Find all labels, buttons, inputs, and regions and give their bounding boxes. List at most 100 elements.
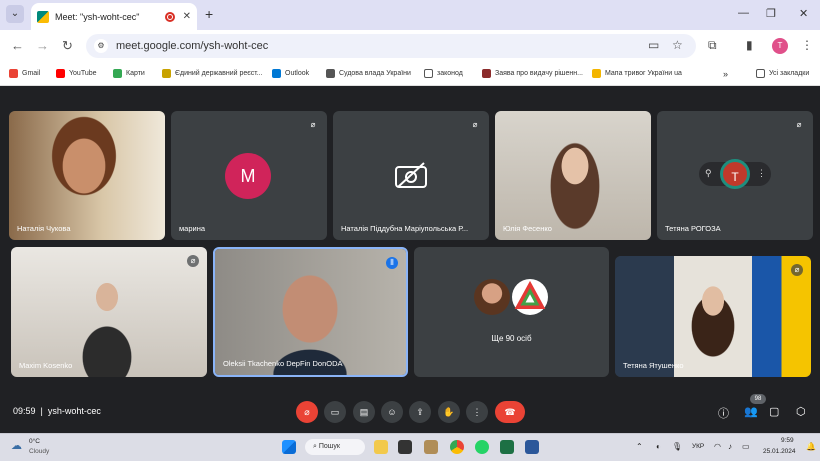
maps-icon [113,69,122,78]
tray-app-icon[interactable]: ◐ [656,442,661,451]
bookmark-maps[interactable]: Карти [113,69,145,78]
url-text: meet.google.com/ysh-woht-cec [116,40,269,52]
captions-button[interactable]: ▤ [353,401,375,423]
video-feed [495,111,651,240]
weather-desc: Cloudy [29,448,50,455]
others-tile[interactable]: Ще 90 осіб [414,247,609,377]
taskbar-date[interactable]: 25.01.2024 [763,448,796,455]
weather-temp: 0°C [29,438,40,445]
bookmark-all[interactable]: Усі закладки [756,69,809,78]
restore-button[interactable]: ❐ [766,7,776,20]
reactions-button[interactable]: ☺ [381,401,403,423]
speaking-indicator-icon: ⦀ [386,257,398,269]
mic-toggle-button[interactable]: ⌀ [296,401,318,423]
file-explorer-icon[interactable] [374,440,388,454]
tab-bar: ⌄ Meet: "ysh-woht-cec" ✕ + — ❐ ✕ [0,0,820,30]
bookmark-application[interactable]: Заява про видачу рішенн... [482,69,583,78]
participant-tile-speaking[interactable]: ⦀ Oleksii Tkachenko DepFin DonODA [213,247,408,377]
participant-tile[interactable]: ⌀ Maxim Kosenko [11,247,207,377]
others-count-label: Ще 90 осіб [491,334,532,343]
folder-icon [756,69,765,78]
bookmark-alerts-map[interactable]: Мапа тривог України ua [592,69,682,78]
battery-icon[interactable]: ▭ [742,442,750,451]
meeting-time-and-code: 09:59 | ysh-woht-cec [13,406,101,416]
mic-off-icon: ⌀ [472,120,478,129]
meeting-details-icon[interactable]: ⓘ [718,405,729,421]
close-tab-icon[interactable]: ✕ [183,11,191,22]
tab-meet[interactable]: Meet: "ysh-woht-cec" ✕ [31,3,197,30]
notifications-icon[interactable]: 🔔 [806,442,816,451]
participant-name: Тетяна РОГОЗА [665,224,721,233]
profile-avatar[interactable]: T [772,38,788,54]
video-feed [215,249,406,375]
forward-button[interactable]: → [36,38,49,53]
whatsapp-icon[interactable] [475,440,489,454]
camera-in-use-icon[interactable]: ▭ [648,38,659,52]
outlook-icon [272,69,281,78]
folder-icon [424,69,433,78]
bookmark-registry[interactable]: Єдиний державний реєст... [162,69,263,78]
reload-button[interactable]: ↻ [62,38,73,54]
extensions-icon[interactable]: ⧉ [708,38,717,53]
side-panel-icon[interactable]: ▮ [746,38,753,52]
participant-tile[interactable]: ⌀ Тетяна Ятушенко [615,256,811,377]
participant-tile[interactable]: Юлія Фесенко [495,111,651,240]
bookmark-outlook[interactable]: Outlook [272,69,309,78]
present-button[interactable]: ⇪ [409,401,431,423]
meet-favicon-icon [37,10,49,23]
start-icon[interactable] [282,440,296,454]
minimize-button[interactable]: — [738,7,749,19]
participant-name: Наталія Піддубна Маріупольська Р... [341,224,469,233]
bookmark-youtube[interactable]: YouTube [56,69,97,78]
tab-search-dropdown[interactable]: ⌄ [6,5,24,23]
chrome-icon[interactable] [450,440,464,454]
taskbar-time[interactable]: 9:59 [781,437,794,444]
menu-icon[interactable]: ⋮ [801,38,813,52]
chat-icon[interactable]: ▢ [769,405,779,418]
pin-icon[interactable]: ⚲ [705,168,712,179]
word-icon[interactable] [525,440,539,454]
bookmark-court[interactable]: Судова влада України [326,69,411,78]
participant-tile[interactable]: ⌀ Наталія Піддубна Маріупольська Р... [333,111,489,240]
leave-call-button[interactable]: ☎ [495,401,525,423]
activities-icon[interactable]: ⬡ [796,405,806,418]
more-options-button[interactable]: ⋮ [466,401,488,423]
participant-tile[interactable]: Наталія Чукова [9,111,165,240]
bookmark-gmail[interactable]: Gmail [9,69,40,78]
language-indicator[interactable]: УКР [692,443,704,450]
bookmark-folder-law[interactable]: законод [424,69,463,78]
application-icon [482,69,491,78]
mic-off-icon: ⌀ [796,120,802,129]
mic-tray-icon[interactable]: 🎙 [672,442,682,451]
raise-hand-button[interactable]: ✋ [438,401,460,423]
volume-icon[interactable]: ♪ [728,442,732,451]
more-bookmarks-icon[interactable]: » [723,69,728,79]
site-info-icon[interactable]: ⚙ [94,39,108,53]
registry-icon [162,69,171,78]
participant-name: марина [179,224,206,233]
wifi-icon[interactable]: ◠ [714,442,721,451]
more-options-icon[interactable]: ⋮ [757,168,766,179]
address-bar[interactable]: ⚙ meet.google.com/ysh-woht-cec [86,34,696,58]
excel-icon[interactable] [500,440,514,454]
tray-chevron-icon[interactable]: ⌃ [636,442,643,451]
camera-toggle-button[interactable]: ▭ [324,401,346,423]
recording-indicator-icon [164,11,175,22]
organization-logo-icon [514,280,546,309]
taskbar-search[interactable]: ⌕ Пошук [305,439,365,455]
participant-name: Юлія Фесенко [503,224,552,233]
people-icon[interactable]: 👥 [744,405,758,418]
participant-tile[interactable]: ⌀ ⚲ T ⋮ Тетяна РОГОЗА [657,111,813,240]
back-button[interactable]: ← [11,38,24,53]
participant-name: Наталія Чукова [17,224,71,233]
participant-tile[interactable]: ⌀ M марина [171,111,327,240]
close-window-button[interactable]: ✕ [799,7,808,20]
app-icon[interactable] [424,440,438,454]
new-tab-button[interactable]: + [205,6,213,22]
bookmarks-bar: Gmail YouTube Карти Єдиний державний реє… [0,62,820,86]
code-app-icon[interactable] [398,440,412,454]
bookmark-star-icon[interactable]: ☆ [672,38,683,52]
camera-off-icon [395,162,427,188]
youtube-icon [56,69,65,78]
avatar: T [720,159,750,189]
